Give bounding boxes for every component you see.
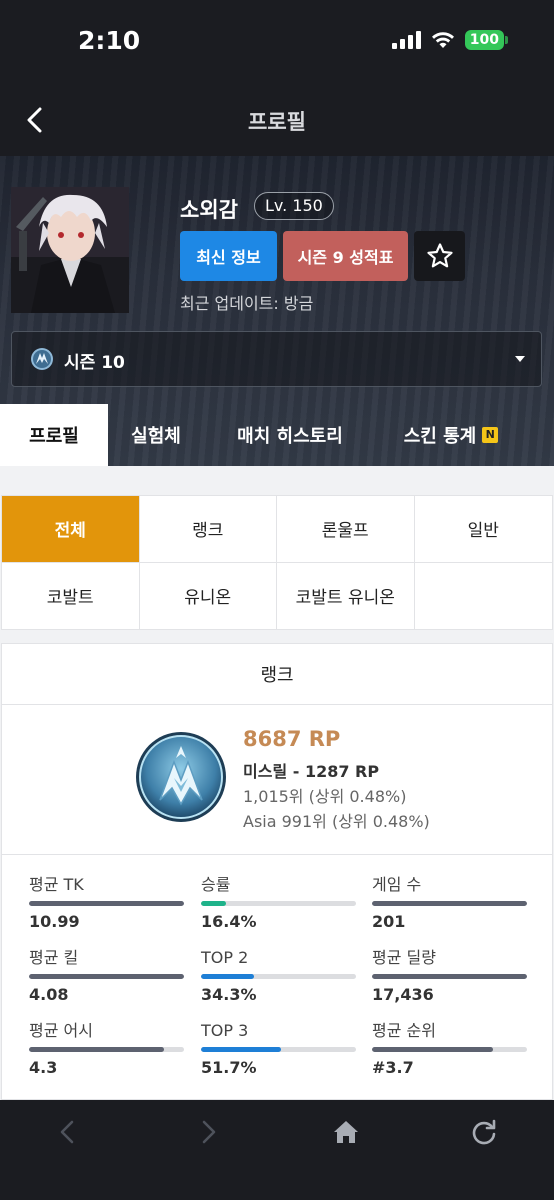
stat-value: 4.08 — [29, 985, 69, 1004]
tab-profile[interactable]: 프로필 — [0, 404, 108, 466]
stat-bar — [29, 901, 184, 906]
profile-header: 소외감 Lv. 150 최신 정보 시즌 9 성적표 최근 업데이트: 방금 시… — [0, 156, 554, 466]
divider — [2, 854, 552, 855]
season-emblem-icon — [31, 348, 53, 370]
stat-item: 평균 TK 10.99 — [29, 875, 184, 933]
status-icons: 100 — [391, 30, 508, 50]
tab-characters[interactable]: 실험체 — [108, 404, 204, 466]
stat-item: 게임 수 201 — [372, 875, 527, 933]
chevron-left-icon[interactable] — [52, 1116, 84, 1148]
stat-value: 51.7% — [201, 1058, 257, 1077]
stat-bar-fill — [29, 901, 184, 906]
stat-value: 10.99 — [29, 912, 80, 931]
stat-bar — [372, 901, 527, 906]
mode-filter-grid: 전체 랭크 론울프 일반 코발트 유니온 코발트 유니온 — [1, 495, 553, 630]
profile-tabs: 프로필 실험체 매치 히스토리 스킨 통계 N — [0, 404, 554, 466]
favorite-button[interactable] — [414, 231, 465, 281]
stat-bar — [29, 974, 184, 979]
tab-skin-stats[interactable]: 스킨 통계 N — [376, 404, 526, 466]
stat-label: TOP 3 — [201, 1021, 249, 1040]
stat-value: #3.7 — [372, 1058, 414, 1077]
tab-label: 매치 히스토리 — [237, 426, 343, 447]
home-icon[interactable] — [330, 1116, 362, 1148]
page-title: 프로필 — [248, 110, 306, 134]
stat-item: 평균 순위 #3.7 — [372, 1021, 527, 1079]
tab-label: 프로필 — [29, 426, 79, 447]
stat-bar-fill — [29, 1047, 164, 1052]
filter-rank[interactable]: 랭크 — [139, 496, 277, 563]
stat-label: 평균 순위 — [372, 1021, 436, 1040]
stat-label: 평균 킬 — [29, 948, 79, 967]
stat-bar — [201, 974, 356, 979]
filter-cobalt-union[interactable]: 코발트 유니온 — [277, 562, 415, 629]
rank-card: 랭크 8687 RP 미스릴 - 1287 RP 1,015위 (상위 0.48… — [1, 643, 553, 1100]
tab-label: 스킨 통계 — [403, 426, 477, 447]
mithril-tier-icon — [136, 732, 226, 822]
stat-bar — [201, 901, 356, 906]
season-dropdown[interactable]: 시즌 10 — [11, 331, 542, 387]
stat-bar-fill — [372, 1047, 493, 1052]
stat-bar-fill — [201, 974, 255, 979]
status-bar: 2:10 100 — [0, 0, 554, 84]
star-icon — [426, 243, 453, 268]
wifi-icon — [431, 32, 454, 48]
cellular-signal-icon — [391, 31, 421, 49]
region-rank: Asia 991위 (상위 0.48%) — [243, 812, 430, 831]
latest-info-button[interactable]: 최신 정보 — [180, 231, 277, 281]
stat-value: 16.4% — [201, 912, 257, 931]
level-badge: Lv. 150 — [254, 192, 334, 220]
stat-item: 승률 16.4% — [201, 875, 356, 933]
tab-label: 실험체 — [131, 426, 181, 447]
navigation-bar: 프로필 — [0, 84, 554, 156]
season-selected-value: 시즌 10 — [64, 353, 125, 373]
battery-indicator: 100 — [464, 30, 508, 50]
stat-label: 평균 어시 — [29, 1021, 93, 1040]
stat-bar-fill — [372, 901, 527, 906]
stat-item: 평균 딜량 17,436 — [372, 948, 527, 1006]
tab-match-history[interactable]: 매치 히스토리 — [204, 404, 376, 466]
stat-item: 평균 어시 4.3 — [29, 1021, 184, 1079]
season-report-button[interactable]: 시즌 9 성적표 — [283, 231, 408, 281]
stat-label: 평균 TK — [29, 875, 84, 894]
filter-all[interactable]: 전체 — [2, 496, 140, 563]
stat-label: 평균 딜량 — [372, 948, 436, 967]
stat-bar — [372, 1047, 527, 1052]
status-time: 2:10 — [78, 26, 141, 55]
stat-bar-fill — [29, 974, 184, 979]
stat-label: 게임 수 — [372, 875, 422, 894]
last-update-text: 최근 업데이트: 방금 — [180, 294, 314, 313]
filter-empty — [415, 563, 553, 630]
stat-value: 201 — [372, 912, 406, 931]
filter-cobalt[interactable]: 코발트 — [2, 562, 140, 629]
chevron-right-icon[interactable] — [192, 1116, 224, 1148]
stat-value: 34.3% — [201, 985, 257, 1004]
refresh-icon[interactable] — [468, 1116, 500, 1148]
stat-bar-fill — [201, 1047, 282, 1052]
chevron-down-icon — [515, 356, 525, 362]
browser-toolbar — [0, 1100, 554, 1200]
stat-item: TOP 3 51.7% — [201, 1021, 356, 1079]
avatar — [11, 187, 129, 313]
stat-label: TOP 2 — [201, 948, 249, 967]
stat-bar-fill — [201, 901, 227, 906]
stat-value: 4.3 — [29, 1058, 58, 1077]
rank-points: 8687 RP — [243, 727, 341, 751]
player-name: 소외감 — [180, 198, 238, 222]
filter-normal[interactable]: 일반 — [414, 496, 552, 563]
stat-item: 평균 킬 4.08 — [29, 948, 184, 1006]
new-badge: N — [482, 427, 499, 443]
stat-bar — [29, 1047, 184, 1052]
stat-bar — [372, 974, 527, 979]
battery-level: 100 — [464, 30, 504, 50]
filter-lone-wolf[interactable]: 론울프 — [277, 496, 415, 563]
filter-union[interactable]: 유니온 — [140, 562, 277, 629]
rank-card-title: 랭크 — [2, 644, 552, 705]
tier-name: 미스릴 - 1287 RP — [243, 762, 380, 781]
stat-item: TOP 2 34.3% — [201, 948, 356, 1006]
stat-bar-fill — [372, 974, 527, 979]
global-rank: 1,015위 (상위 0.48%) — [243, 787, 407, 806]
stat-bar — [201, 1047, 356, 1052]
stat-value: 17,436 — [372, 985, 434, 1004]
stat-label: 승률 — [201, 875, 231, 894]
